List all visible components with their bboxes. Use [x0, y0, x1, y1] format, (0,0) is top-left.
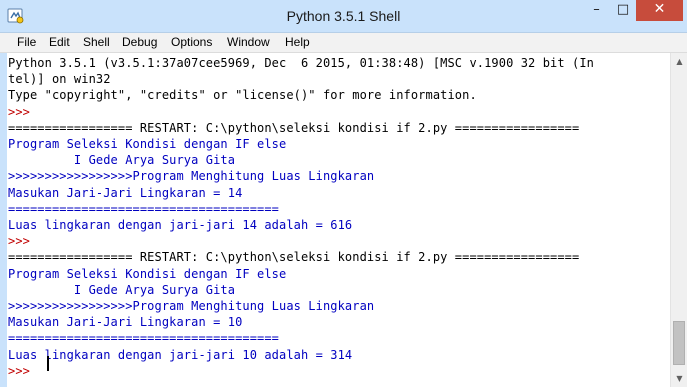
text-cursor [47, 356, 49, 371]
menu-options[interactable]: Options [169, 33, 214, 52]
shell-line: Python 3.5.1 (v3.5.1:37a07cee5969, Dec 6… [8, 56, 594, 70]
shell-line: I Gede Arya Surya Gita [8, 153, 236, 168]
window-border [0, 53, 7, 387]
scrollbar-thumb[interactable] [673, 321, 685, 365]
title-bar[interactable]: Python 3.5.1 Shell – □ ✕ [0, 0, 687, 33]
shell-line: I Gede Arya Surya Gita [8, 282, 236, 297]
shell-prompt: >>> [8, 363, 30, 378]
shell-line: Masukan Jari-Jari Lingkaran = 10 [8, 315, 243, 330]
menu-help[interactable]: Help [283, 33, 312, 52]
shell-prompt: >>> [8, 234, 30, 249]
scroll-down-icon[interactable]: ▼ [671, 370, 687, 387]
menu-shell[interactable]: Shell [81, 33, 112, 52]
vertical-scrollbar[interactable]: ▲ ▼ [670, 53, 687, 387]
shell-line: Program Seleksi Kondisi dengan IF else [8, 137, 287, 151]
shell-line: ===================================== [8, 201, 280, 216]
menu-edit[interactable]: Edit [47, 33, 72, 52]
shell-line: ===================================== [8, 331, 280, 346]
shell-line: >>>>>>>>>>>>>>>>>Program Menghitung Luas… [8, 299, 375, 313]
shell-line: ================= RESTART: C:\python\sel… [8, 120, 580, 135]
shell-line: Masukan Jari-Jari Lingkaran = 14 [8, 185, 243, 200]
menu-bar: File Edit Shell Debug Options Window Hel… [0, 33, 687, 53]
shell-line: Luas lingkaran dengan jari-jari 10 adala… [8, 347, 353, 362]
scroll-up-icon[interactable]: ▲ [671, 53, 687, 70]
shell-line: >>>>>>>>>>>>>>>>>Program Menghitung Luas… [8, 169, 375, 184]
shell-prompt: >>> [8, 104, 30, 119]
menu-debug[interactable]: Debug [120, 33, 159, 52]
shell-line: Luas lingkaran dengan jari-jari 14 adala… [8, 218, 353, 232]
minimize-button[interactable]: – [583, 0, 610, 21]
shell-line: tel)] on win32 [8, 72, 111, 87]
shell-line: ================= RESTART: C:\python\sel… [8, 250, 580, 265]
maximize-button[interactable]: □ [610, 0, 636, 21]
menu-window[interactable]: Window [225, 33, 272, 52]
close-button[interactable]: ✕ [636, 0, 683, 21]
menu-file[interactable]: File [15, 33, 38, 52]
shell-line: Type "copyright", "credits" or "license(… [8, 88, 477, 103]
shell-line: Program Seleksi Kondisi dengan IF else [8, 266, 287, 281]
